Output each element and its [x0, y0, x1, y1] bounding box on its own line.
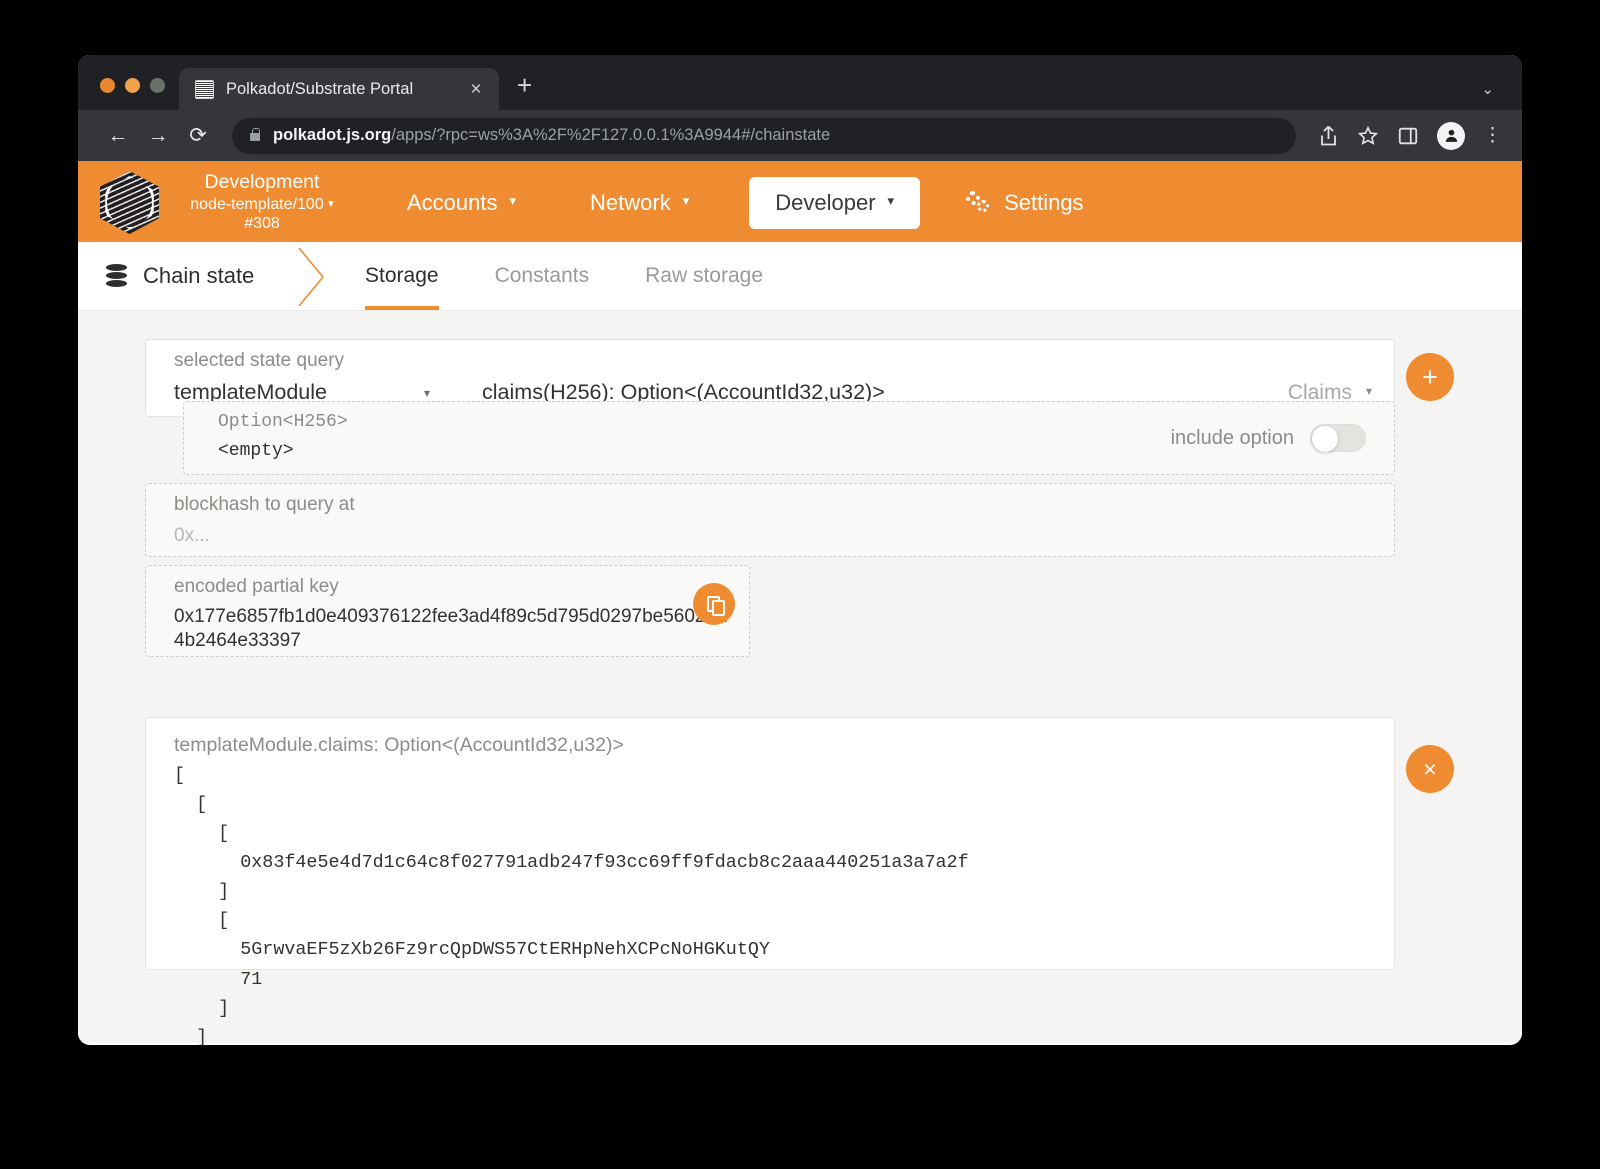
polkadot-logo-icon[interactable] — [100, 171, 159, 234]
nav-item-settings[interactable]: Settings — [952, 177, 1098, 229]
blockhash-input-placeholder[interactable]: 0x... — [174, 525, 1394, 547]
breadcrumb-divider-icon — [293, 242, 337, 310]
chain-node: node-template/100 ▾ — [177, 195, 347, 215]
chain-name: Development — [177, 171, 347, 195]
app-navigation-bar: Development node-template/100 ▾ #308 Acc… — [78, 163, 1522, 242]
window-traffic-lights — [78, 78, 179, 110]
minimize-window-button[interactable] — [125, 78, 140, 93]
page-title: Chain state — [78, 242, 293, 310]
add-query-button[interactable]: + — [1406, 353, 1454, 401]
include-option-label: include option — [1171, 427, 1294, 450]
polkadot-app: Development node-template/100 ▾ #308 Acc… — [78, 163, 1522, 1043]
remove-result-button[interactable]: × — [1406, 745, 1454, 793]
option-parameter-field[interactable]: Option<H256> <empty> include option — [183, 401, 1395, 475]
tab-raw-storage-label: Raw storage — [645, 264, 763, 288]
side-panel-icon[interactable] — [1397, 125, 1419, 147]
url-domain: polkadot.js.org — [273, 126, 391, 144]
bookmark-star-icon[interactable] — [1357, 125, 1379, 147]
tab-storage[interactable]: Storage — [337, 242, 467, 310]
page-content: selected state query templateModule ▾ cl… — [78, 311, 1522, 1045]
tab-constants-label: Constants — [495, 264, 590, 288]
encoded-partial-key-value: 0x177e6857fb1d0e409376122fee3ad4f89c5d79… — [174, 605, 734, 654]
encoded-partial-key-field: encoded partial key 0x177e6857fb1d0e4093… — [145, 565, 750, 657]
chevron-down-icon: ▾ — [510, 193, 517, 209]
browser-menu-icon[interactable]: ⋮ — [1483, 129, 1502, 142]
back-button[interactable]: ← — [100, 118, 136, 154]
database-icon — [106, 264, 127, 288]
browser-tab-strip: Polkadot/Substrate Portal × + ⌄ — [78, 55, 1522, 110]
tab-raw-storage[interactable]: Raw storage — [617, 242, 791, 310]
toggle-knob — [1312, 426, 1338, 452]
forward-button[interactable]: → — [140, 118, 176, 154]
url-path: /apps/?rpc=ws%3A%2F%2F127.0.0.1%3A9944#/… — [391, 126, 830, 144]
blockhash-label: blockhash to query at — [174, 494, 1394, 516]
chevron-down-icon: ▾ — [888, 193, 895, 209]
nav-item-settings-label: Settings — [1004, 190, 1084, 216]
toolbar-icons: ⋮ — [1318, 122, 1502, 150]
close-window-button[interactable] — [100, 78, 115, 93]
query-result-body: [ [ [ 0x83f4e5e4d7d1c64c8f027791adb247f9… — [174, 761, 1394, 1045]
query-result-title: templateModule.claims: Option<(AccountId… — [174, 734, 1394, 757]
address-bar[interactable]: polkadot.js.org/apps/?rpc=ws%3A%2F%2F127… — [232, 118, 1296, 154]
chain-node-label: node-template/100 — [190, 196, 323, 213]
blockhash-field[interactable]: blockhash to query at 0x... — [145, 483, 1395, 557]
profile-avatar-icon[interactable] — [1437, 122, 1465, 150]
nav-item-accounts[interactable]: Accounts ▾ — [393, 177, 530, 229]
chevron-down-icon[interactable]: ▾ — [424, 386, 430, 400]
nav-item-developer-label: Developer — [775, 190, 875, 216]
chain-selector[interactable]: Development node-template/100 ▾ #308 — [177, 171, 347, 234]
share-icon[interactable] — [1318, 124, 1339, 147]
query-result-card: templateModule.claims: Option<(AccountId… — [145, 717, 1395, 970]
chevron-down-icon[interactable]: ⌄ — [1481, 80, 1494, 98]
chain-block-number: #308 — [177, 214, 347, 234]
address-bar-text: polkadot.js.org/apps/?rpc=ws%3A%2F%2F127… — [273, 126, 830, 145]
encoded-partial-key-label: encoded partial key — [174, 576, 749, 598]
include-option-control: include option — [1171, 424, 1366, 452]
selected-state-query-label: selected state query — [174, 350, 1372, 372]
nav-item-developer[interactable]: Developer ▾ — [749, 177, 920, 229]
browser-toolbar: ← → ⟳ polkadot.js.org/apps/?rpc=ws%3A%2F… — [78, 110, 1522, 163]
gear-icon — [966, 191, 992, 215]
chevron-down-icon: ▾ — [1366, 384, 1372, 398]
copy-icon — [707, 596, 722, 613]
page-title-label: Chain state — [143, 263, 254, 289]
section-tabs: Storage Constants Raw storage — [337, 242, 791, 310]
section-header: Chain state Storage Constants Raw storag… — [78, 242, 1522, 311]
maximize-window-button[interactable] — [150, 78, 165, 93]
copy-partial-key-button[interactable] — [693, 583, 735, 625]
chevron-down-icon: ▾ — [683, 193, 690, 209]
tab-storage-label: Storage — [365, 264, 439, 288]
nav-item-network[interactable]: Network ▾ — [576, 177, 703, 229]
nav-item-accounts-label: Accounts — [407, 190, 498, 216]
site-favicon-icon — [195, 80, 214, 99]
browser-window: Polkadot/Substrate Portal × + ⌄ ← → ⟳ po… — [78, 55, 1522, 1045]
lock-icon — [250, 133, 260, 141]
browser-tab[interactable]: Polkadot/Substrate Portal × — [179, 68, 499, 110]
chevron-down-icon[interactable]: ▾ — [328, 198, 334, 211]
close-tab-icon[interactable]: × — [465, 80, 487, 99]
include-option-toggle[interactable] — [1310, 424, 1366, 452]
reload-button[interactable]: ⟳ — [180, 118, 216, 154]
nav-item-network-label: Network — [590, 190, 671, 216]
new-tab-button[interactable]: + — [517, 72, 532, 98]
tab-title: Polkadot/Substrate Portal — [226, 80, 453, 99]
tab-constants[interactable]: Constants — [467, 242, 618, 310]
